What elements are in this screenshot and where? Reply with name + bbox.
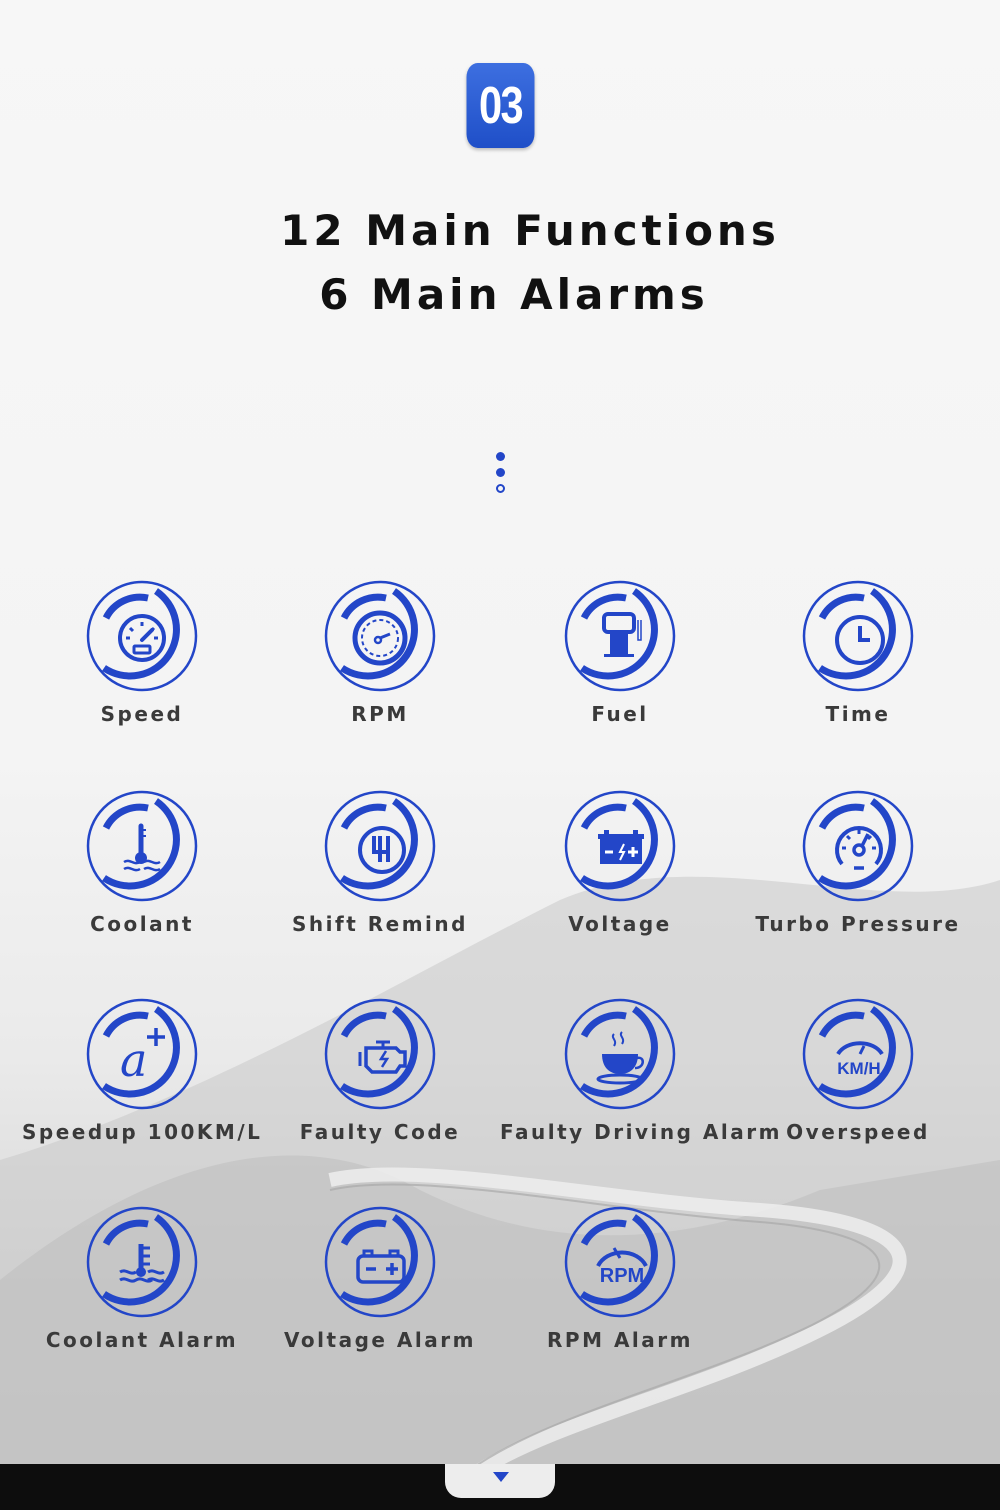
feature-label: Voltage	[568, 912, 672, 936]
feature-item: Coolant	[22, 790, 262, 936]
fuel-pump-icon	[564, 580, 676, 692]
pager-dots	[494, 452, 506, 500]
feature-item: Voltage	[500, 790, 740, 936]
heading-alarms: 6 Main Alarms	[319, 270, 709, 319]
svg-text:KM/H: KM/H	[837, 1059, 880, 1078]
clock-icon	[802, 580, 914, 692]
feature-item: KM/H Overspeed	[738, 998, 978, 1144]
heading-functions: 12 Main Functions	[280, 206, 780, 255]
feature-item: Turbo Pressure	[738, 790, 978, 936]
feature-label: Speedup 100KM/L	[22, 1120, 263, 1144]
feature-item: RPM	[260, 580, 500, 726]
feature-label: Shift Remind	[292, 912, 468, 936]
feature-label: Faulty Driving Alarm	[500, 1120, 782, 1144]
speedometer-icon	[86, 580, 198, 692]
section-number-badge: 03	[466, 63, 535, 148]
feature-label: Coolant Alarm	[45, 1328, 239, 1352]
feature-item: Faulty Driving Alarm	[500, 998, 782, 1144]
gear-shift-icon	[324, 790, 436, 902]
battery-alarm-icon	[324, 1206, 436, 1318]
pager-dot-hollow	[495, 484, 505, 493]
feature-item: Speed	[22, 580, 262, 726]
chevron-down-icon[interactable]	[493, 1472, 509, 1482]
background-road-scene	[0, 876, 1000, 1470]
feature-item: a Speedup 100KM/L	[22, 998, 262, 1144]
battery-icon	[564, 790, 676, 902]
feature-label: Faulty Code	[299, 1120, 461, 1144]
feature-item: RPM RPM Alarm	[500, 1206, 740, 1352]
feature-item: Time	[738, 580, 978, 726]
feature-label: Coolant	[90, 912, 194, 936]
feature-label: Fuel	[591, 702, 649, 726]
feature-item: Voltage Alarm	[260, 1206, 500, 1352]
coffee-cup-icon	[564, 998, 676, 1110]
feature-item: Shift Remind	[260, 790, 500, 936]
engine-check-icon	[324, 998, 436, 1110]
feature-item: Coolant Alarm	[22, 1206, 262, 1352]
kmh-gauge-icon: KM/H	[802, 998, 914, 1110]
feature-label: Overspeed	[786, 1120, 930, 1144]
pager-dot-filled	[495, 468, 505, 477]
feature-label: Turbo Pressure	[755, 912, 961, 936]
feature-item: Fuel	[500, 580, 740, 726]
rpm-gauge-icon	[324, 580, 436, 692]
feature-label: Time	[825, 702, 891, 726]
feature-item: Faulty Code	[260, 998, 500, 1144]
feature-label: RPM Alarm	[547, 1328, 693, 1352]
acceleration-icon: a	[86, 998, 198, 1110]
turbo-gauge-icon	[802, 790, 914, 902]
feature-label: Voltage Alarm	[284, 1328, 476, 1352]
coolant-alarm-icon	[86, 1206, 198, 1318]
feature-label: Speed	[100, 702, 184, 726]
svg-text:RPM: RPM	[600, 1265, 644, 1287]
rpm-alarm-icon: RPM	[564, 1206, 676, 1318]
svg-text:a: a	[120, 1033, 147, 1087]
feature-label: RPM	[351, 702, 409, 726]
pager-dot-filled	[495, 452, 505, 461]
coolant-temperature-icon	[86, 790, 198, 902]
